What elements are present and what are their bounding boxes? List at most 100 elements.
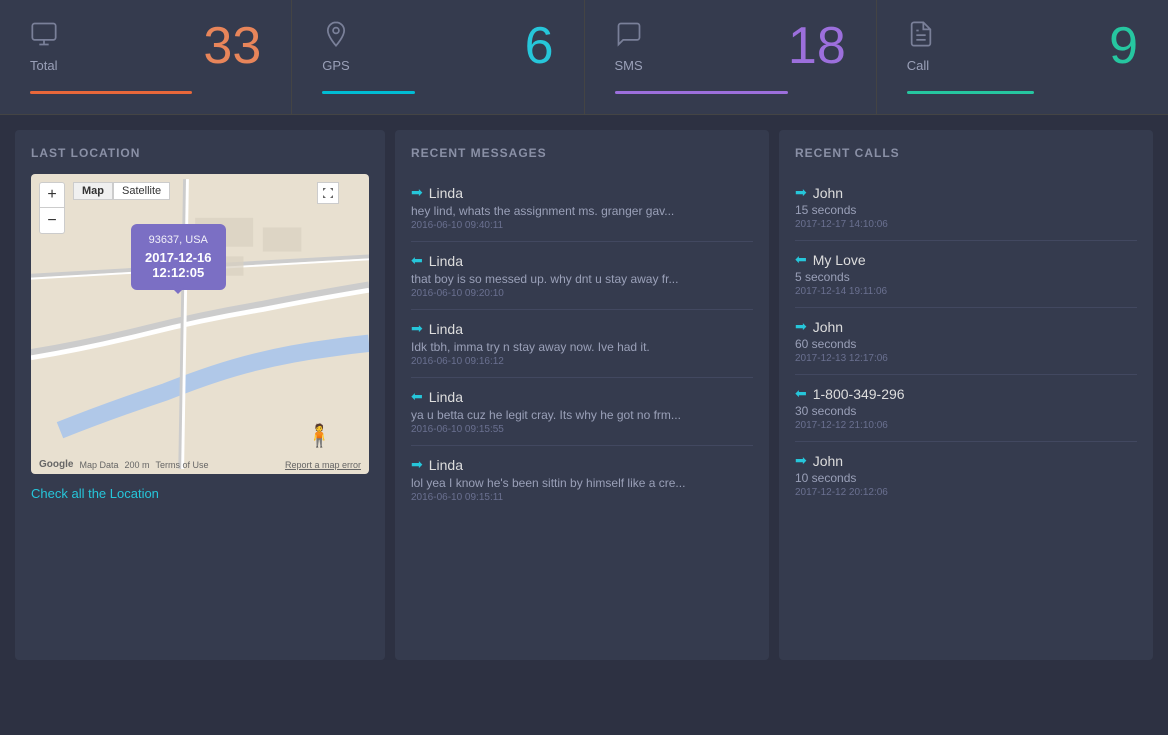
map-terms-label: Terms of Use (156, 460, 209, 470)
call-contact[interactable]: ➡ John (795, 318, 1137, 335)
outgoing-call-arrow-icon: ➡ (795, 452, 807, 469)
incoming-arrow-icon: ⬅ (411, 252, 423, 269)
call-contact[interactable]: ➡ John (795, 184, 1137, 201)
outgoing-arrow-icon: ➡ (411, 456, 423, 473)
outgoing-call-arrow-icon: ➡ (795, 184, 807, 201)
stat-card-sms: SMS 18 (585, 0, 877, 114)
message-item: ⬅ Linda that boy is so messed up. why dn… (411, 242, 753, 310)
message-item: ➡ Linda lol yea I know he's been sittin … (411, 446, 753, 513)
message-contact[interactable]: ⬅ Linda (411, 388, 753, 405)
message-contact[interactable]: ⬅ Linda (411, 252, 753, 269)
map-zoom-out-button[interactable]: − (39, 208, 65, 234)
stat-card-call: Call 9 (877, 0, 1168, 114)
recent-calls-title: RECENT CALLS (795, 146, 1137, 160)
call-contact-name: John (813, 453, 843, 469)
message-contact[interactable]: ➡ Linda (411, 320, 753, 337)
message-item: ➡ Linda Idk tbh, imma try n stay away no… (411, 310, 753, 378)
stat-bar-call (907, 91, 1034, 94)
main-content: LAST LOCATION + (0, 115, 1168, 675)
gps-icon (322, 20, 553, 54)
map-tooltip-address: 93637, USA (145, 234, 212, 246)
map-person-icon: 🧍 (306, 423, 333, 449)
message-preview: that boy is so messed up. why dnt u stay… (411, 272, 753, 286)
map-tooltip: 93637, USA 2017-12-16 12:12:05 (131, 224, 226, 290)
contact-name: Linda (429, 185, 463, 201)
call-contact-name: John (813, 185, 843, 201)
call-icon (907, 20, 1138, 54)
call-item: ➡ John 10 seconds 2017-12-12 20:12:06 (795, 442, 1137, 508)
map-zoom-in-button[interactable]: + (39, 182, 65, 208)
call-contact[interactable]: ⬅ My Love (795, 251, 1137, 268)
map-expand-button[interactable] (317, 182, 339, 204)
call-contact-name: 1-800-349-296 (813, 386, 905, 402)
stat-value-sms: 18 (788, 20, 846, 72)
map-type-controls: Map Satellite (73, 182, 170, 200)
stat-card-total: Total 33 (0, 0, 292, 114)
stat-bar-sms (615, 91, 788, 94)
message-time: 2016-06-10 09:15:55 (411, 424, 753, 435)
message-contact[interactable]: ➡ Linda (411, 184, 753, 201)
call-time: 2017-12-14 19:11:06 (795, 286, 1137, 297)
call-item: ➡ John 15 seconds 2017-12-17 14:10:06 (795, 174, 1137, 241)
call-time: 2017-12-13 12:17:06 (795, 353, 1137, 364)
calls-list: ➡ John 15 seconds 2017-12-17 14:10:06 ⬅ … (795, 174, 1137, 508)
stats-bar: Total 33 GPS 6 SMS 18 (0, 0, 1168, 115)
recent-messages-title: RECENT MESSAGES (411, 146, 753, 160)
contact-name: Linda (429, 321, 463, 337)
last-location-panel: LAST LOCATION + (15, 130, 385, 660)
message-time: 2016-06-10 09:40:11 (411, 220, 753, 231)
call-time: 2017-12-12 21:10:06 (795, 420, 1137, 431)
map-report-link[interactable]: Report a map error (285, 460, 361, 470)
incoming-arrow-icon: ⬅ (411, 388, 423, 405)
outgoing-call-arrow-icon: ➡ (795, 318, 807, 335)
map-tooltip-time: 12:12:05 (145, 265, 212, 280)
message-preview: Idk tbh, imma try n stay away now. Ive h… (411, 340, 753, 354)
map-container: + − Map Satellite 93637, USA 2017-12-16 … (31, 174, 369, 474)
stat-bar-total (30, 91, 192, 94)
stat-value-total: 33 (203, 20, 261, 72)
stat-value-gps: 6 (525, 20, 554, 72)
outgoing-arrow-icon: ➡ (411, 184, 423, 201)
call-item: ⬅ My Love 5 seconds 2017-12-14 19:11:06 (795, 241, 1137, 308)
call-contact-name: John (813, 319, 843, 335)
contact-name: Linda (429, 253, 463, 269)
map-footer: Google Map Data 200 m Terms of Use (39, 459, 209, 470)
message-item: ⬅ Linda ya u betta cuz he legit cray. It… (411, 378, 753, 446)
call-contact[interactable]: ⬅ 1-800-349-296 (795, 385, 1137, 402)
message-contact[interactable]: ➡ Linda (411, 456, 753, 473)
incoming-call-arrow-icon: ⬅ (795, 385, 807, 402)
last-location-title: LAST LOCATION (31, 146, 369, 160)
message-preview: hey lind, whats the assignment ms. grang… (411, 204, 753, 218)
map-data-label: Map Data (79, 460, 118, 470)
call-contact[interactable]: ➡ John (795, 452, 1137, 469)
map-controls: + − (39, 182, 65, 234)
check-location-link[interactable]: Check all the Location (31, 486, 369, 501)
stat-label-call: Call (907, 58, 1138, 73)
google-logo: Google (39, 459, 73, 470)
call-duration: 30 seconds (795, 404, 1137, 418)
map-tooltip-date: 2017-12-16 (145, 250, 212, 265)
call-duration: 60 seconds (795, 337, 1137, 351)
call-item: ➡ John 60 seconds 2017-12-13 12:17:06 (795, 308, 1137, 375)
call-duration: 10 seconds (795, 471, 1137, 485)
stat-card-gps: GPS 6 (292, 0, 584, 114)
stat-bar-gps (322, 91, 415, 94)
map-scale-label: 200 m (124, 460, 149, 470)
outgoing-arrow-icon: ➡ (411, 320, 423, 337)
stat-value-call: 9 (1109, 20, 1138, 72)
message-item: ➡ Linda hey lind, whats the assignment m… (411, 174, 753, 242)
message-preview: lol yea I know he's been sittin by himse… (411, 476, 753, 490)
incoming-call-arrow-icon: ⬅ (795, 251, 807, 268)
map-type-map-button[interactable]: Map (73, 182, 113, 200)
call-duration: 5 seconds (795, 270, 1137, 284)
message-time: 2016-06-10 09:16:12 (411, 356, 753, 367)
message-time: 2016-06-10 09:20:10 (411, 288, 753, 299)
map-type-satellite-button[interactable]: Satellite (113, 182, 170, 200)
recent-messages-panel: RECENT MESSAGES ➡ Linda hey lind, whats … (395, 130, 769, 660)
stat-label-gps: GPS (322, 58, 553, 73)
message-time: 2016-06-10 09:15:11 (411, 492, 753, 503)
messages-list: ➡ Linda hey lind, whats the assignment m… (411, 174, 753, 513)
call-duration: 15 seconds (795, 203, 1137, 217)
call-item: ⬅ 1-800-349-296 30 seconds 2017-12-12 21… (795, 375, 1137, 442)
call-time: 2017-12-12 20:12:06 (795, 487, 1137, 498)
